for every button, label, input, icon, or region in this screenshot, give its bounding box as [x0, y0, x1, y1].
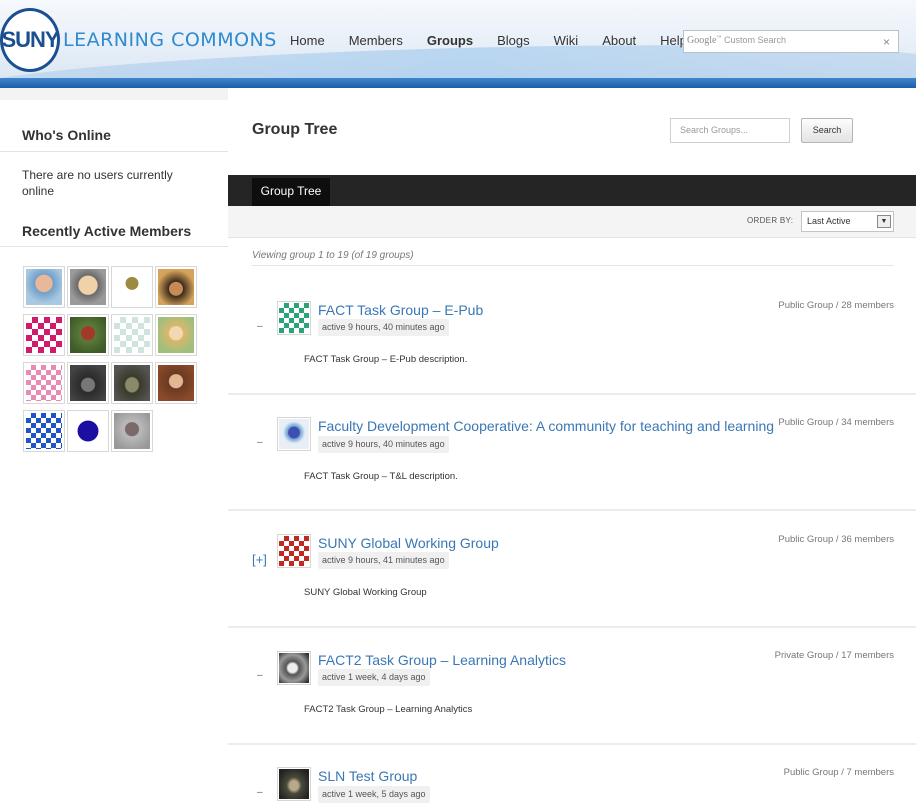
- group-description: SUNY Global Working Group: [304, 587, 427, 598]
- google-brand: Google: [687, 35, 717, 46]
- member-avatar[interactable]: [67, 362, 109, 404]
- member-avatar[interactable]: [67, 266, 109, 308]
- group-description: FACT Task Group – T&L description.: [304, 471, 458, 482]
- member-avatar[interactable]: [155, 314, 197, 356]
- chevron-down-icon[interactable]: ▼: [877, 215, 891, 228]
- member-avatar[interactable]: [111, 266, 153, 308]
- divider: [0, 246, 228, 247]
- whos-online-text: There are no users currently online: [22, 168, 173, 198]
- divider: [228, 626, 916, 628]
- group-meta: Private Group / 17 members: [774, 650, 894, 661]
- member-avatar[interactable]: [155, 266, 197, 308]
- clear-search-icon[interactable]: ×: [883, 35, 890, 49]
- group-avatar[interactable]: [277, 767, 311, 801]
- divider: [0, 151, 228, 152]
- nav-members[interactable]: Members: [349, 33, 403, 48]
- group-meta: Public Group / 36 members: [778, 534, 894, 545]
- google-search-placeholder: Custom Search: [723, 35, 786, 45]
- group-meta: Public Group / 34 members: [778, 417, 894, 428]
- page-title: Group Tree: [252, 121, 338, 138]
- group-title[interactable]: FACT2 Task Group – Learning Analytics: [318, 652, 566, 668]
- group-activity: active 1 week, 4 days ago: [318, 669, 430, 686]
- nav-groups[interactable]: Groups: [427, 33, 473, 48]
- group-title[interactable]: FACT Task Group – E-Pub: [318, 302, 483, 318]
- member-avatar[interactable]: [23, 314, 65, 356]
- group-title[interactable]: Faculty Development Cooperative: A commu…: [318, 418, 774, 434]
- group-toggle[interactable]: –: [257, 321, 263, 332]
- main-nav: Home Members Groups Blogs Wiki About Hel…: [290, 33, 711, 48]
- group-activity: active 9 hours, 41 minutes ago: [318, 552, 449, 569]
- member-avatar[interactable]: [155, 362, 197, 404]
- group-title[interactable]: SUNY Global Working Group: [318, 535, 499, 551]
- tab-group-tree[interactable]: Group Tree: [252, 178, 330, 206]
- member-avatar[interactable]: [23, 266, 65, 308]
- member-avatar[interactable]: [23, 362, 65, 404]
- header-band: [0, 78, 916, 88]
- group-expand-toggle[interactable]: [+]: [252, 552, 267, 567]
- member-avatar[interactable]: [111, 314, 153, 356]
- nav-blogs[interactable]: Blogs: [497, 33, 530, 48]
- group-avatar[interactable]: [277, 651, 311, 685]
- group-meta: Public Group / 28 members: [778, 300, 894, 311]
- recent-members-grid: [23, 266, 203, 452]
- tab-bar: [228, 175, 916, 206]
- suny-logo[interactable]: SUNY: [0, 8, 60, 72]
- site-logo-text[interactable]: LEARNING COMMONS: [63, 29, 277, 51]
- group-toggle[interactable]: –: [257, 670, 263, 681]
- divider: [228, 393, 916, 395]
- member-avatar[interactable]: [67, 314, 109, 356]
- divider: [228, 743, 916, 745]
- order-by-select[interactable]: Last Active ▼: [801, 211, 894, 232]
- order-by-label: ORDER BY:: [747, 216, 794, 225]
- group-activity: active 9 hours, 40 minutes ago: [318, 436, 449, 453]
- member-avatar[interactable]: [23, 410, 65, 452]
- group-toggle[interactable]: –: [257, 787, 263, 798]
- divider: [228, 509, 916, 511]
- group-description: FACT2 Task Group – Learning Analytics: [304, 704, 473, 715]
- group-activity: active 9 hours, 40 minutes ago: [318, 319, 449, 336]
- nav-wiki[interactable]: Wiki: [554, 33, 579, 48]
- group-meta: Public Group / 7 members: [783, 767, 894, 778]
- nav-about[interactable]: About: [602, 33, 636, 48]
- divider: [252, 265, 894, 266]
- group-activity: active 1 week, 5 days ago: [318, 786, 430, 803]
- whos-online-title: Who's Online: [22, 127, 111, 143]
- group-title[interactable]: SLN Test Group: [318, 768, 417, 784]
- group-avatar[interactable]: [277, 301, 311, 335]
- nav-home[interactable]: Home: [290, 33, 325, 48]
- order-by-value: Last Active: [807, 216, 851, 226]
- recent-members-title: Recently Active Members: [22, 223, 192, 239]
- search-groups-input[interactable]: Search Groups...: [670, 118, 790, 143]
- google-search-input[interactable]: Google™ Custom Search ×: [683, 30, 899, 53]
- member-avatar[interactable]: [67, 410, 109, 452]
- member-avatar[interactable]: [111, 410, 153, 452]
- member-avatar[interactable]: [111, 362, 153, 404]
- pagination-count: Viewing group 1 to 19 (of 19 groups): [252, 250, 414, 261]
- group-avatar[interactable]: [277, 417, 311, 451]
- search-button[interactable]: Search: [801, 118, 853, 143]
- group-toggle[interactable]: –: [257, 437, 263, 448]
- group-avatar[interactable]: [277, 534, 311, 568]
- group-description: FACT Task Group – E-Pub description.: [304, 354, 468, 365]
